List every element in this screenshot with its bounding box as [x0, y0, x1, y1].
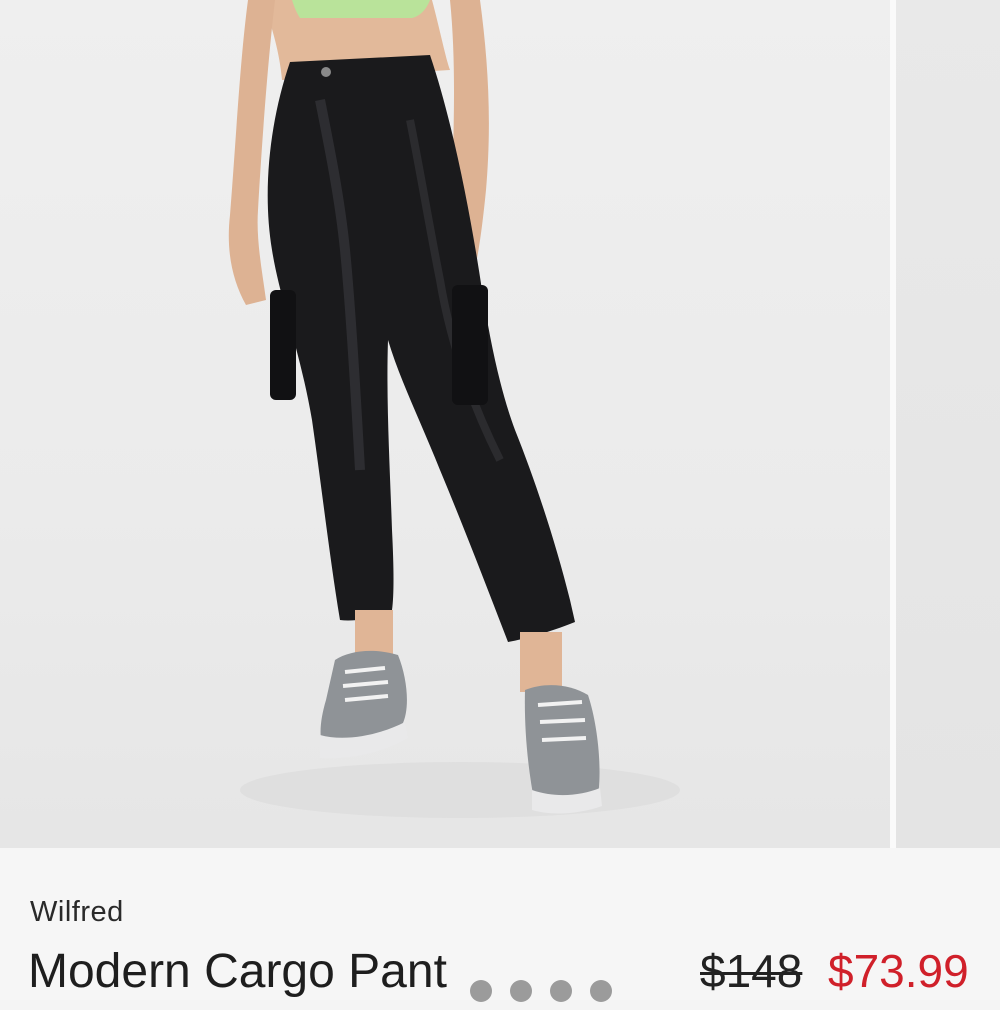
pagination-dot[interactable]	[470, 980, 492, 1002]
model-arm-left	[228, 0, 275, 305]
pagination-dot[interactable]	[590, 980, 612, 1002]
gallery-pagination-dots[interactable]	[470, 980, 612, 1010]
product-brand[interactable]: Wilfred	[30, 896, 124, 929]
pagination-dot[interactable]	[510, 980, 532, 1002]
product-image-gallery[interactable]	[0, 0, 1000, 848]
product-image-next[interactable]	[896, 0, 1000, 848]
cargo-pocket	[270, 290, 296, 400]
cargo-pocket	[452, 285, 488, 405]
ankle-right	[520, 632, 562, 692]
leather-pants	[267, 55, 575, 642]
crop-top	[292, 0, 430, 18]
pagination-dot[interactable]	[550, 980, 572, 1002]
product-image-current[interactable]	[0, 0, 890, 848]
original-price: $148	[700, 945, 803, 997]
product-title: Modern Cargo Pant	[28, 945, 447, 998]
floor-shadow	[240, 762, 680, 818]
pants-button	[321, 67, 331, 77]
product-photo	[228, 0, 680, 818]
sale-price: $73.99	[828, 945, 969, 997]
